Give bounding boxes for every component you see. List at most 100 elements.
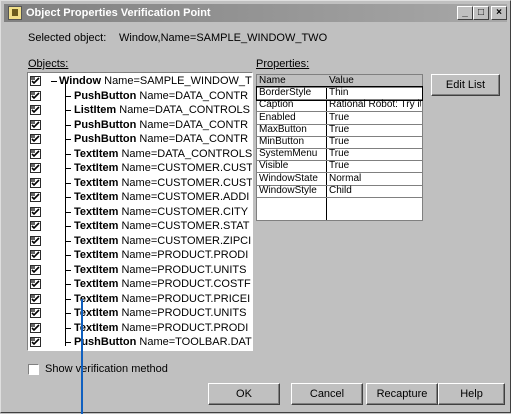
tree-branch-line	[65, 124, 71, 126]
value-column-header: Value	[329, 75, 354, 86]
tree-item[interactable]: TextItem Name=DATA_CONTROLS	[28, 147, 253, 161]
property-value: Thin	[329, 87, 349, 99]
tree-branch-line	[65, 269, 71, 271]
tree-item[interactable]: TextItem Name=CUSTOMER.ADDI	[28, 190, 252, 204]
verify-check-icon	[30, 163, 41, 173]
property-row[interactable]: WindowState Normal	[257, 173, 422, 186]
verify-check-icon	[30, 76, 41, 86]
tree-branch-line	[65, 284, 71, 285]
tree-branch-line	[65, 153, 71, 155]
verify-check-icon	[30, 134, 41, 144]
tree-item[interactable]: TextItem Name=PRODUCT.PRODI	[28, 248, 252, 262]
tree-item[interactable]: PushButton Name=DATA_CONTR	[28, 118, 252, 132]
verify-check-icon	[30, 308, 41, 318]
tree-item-text: TextItem Name=CUSTOMER.ADDI	[74, 190, 249, 204]
verify-check-icon	[30, 119, 41, 130]
tree-branch-line	[65, 327, 71, 329]
tree-item[interactable]: TextItem Name=PRODUCT.COSTF	[28, 277, 252, 291]
tree-item-name: Name=PRODUCT.UNITS	[118, 307, 247, 319]
verify-check-icon	[30, 264, 41, 275]
verify-check-icon	[30, 192, 41, 202]
recapture-button[interactable]: Recapture	[366, 383, 438, 405]
tree-item[interactable]: ListItem Name=DATA_CONTROLS	[28, 103, 252, 117]
tree-item-name: Name=DATA_CONTR	[136, 89, 249, 102]
close-button[interactable]: ×	[491, 6, 507, 20]
tree-item-name: Name=DATA_CONTR	[136, 133, 249, 145]
tree-item[interactable]: TextItem Name=CUSTOMER.STAT	[28, 219, 252, 233]
tree-item-text: TextItem Name=PRODUCT.PRICEI	[74, 292, 250, 306]
tree-item-name: Name=CUSTOMER.CUST	[118, 176, 253, 189]
edit-list-button[interactable]: Edit List	[431, 74, 500, 96]
tree-item[interactable]: TextItem Name=CUSTOMER.CITY	[28, 205, 252, 219]
tree-item-type: PushButton	[74, 89, 137, 102]
objects-label: Objects:	[28, 58, 68, 70]
cancel-button[interactable]: Cancel	[291, 383, 363, 405]
property-row[interactable]: Visible True	[257, 160, 422, 174]
tree-item-name: Name=CUSTOMER.ADDI	[118, 191, 250, 203]
maximize-button[interactable]: □	[473, 6, 489, 20]
tree-item-type: TextItem	[74, 278, 119, 290]
properties-grid[interactable]: Name Value BorderStyle Thin Caption Rational …	[256, 74, 423, 221]
tree-item[interactable]: TextItem Name=PRODUCT.PRODI	[28, 321, 252, 335]
verify-check-icon	[30, 148, 41, 159]
minimize-button[interactable]: _	[457, 6, 473, 20]
tree-item[interactable]: PushButton Name=DATA_CONTR	[28, 89, 252, 103]
tree-item[interactable]: TextItem Name=CUSTOMER.CUST	[28, 176, 253, 190]
tree-item-text: TextItem Name=PRODUCT.PRODI	[74, 321, 248, 335]
title-bar[interactable]: Object Properties Verification Point _ □…	[4, 4, 507, 22]
property-row[interactable]: BorderStyle Thin	[256, 86, 423, 102]
tree-item-type: TextItem	[74, 176, 119, 189]
property-value: True	[329, 123, 350, 135]
show-verification-label[interactable]: Show verification method	[45, 363, 168, 375]
tree-branch-line	[65, 95, 71, 97]
tree-item[interactable]: TextItem Name=PRODUCT.UNITS	[28, 306, 252, 320]
property-name: Visible	[259, 160, 289, 172]
help-button[interactable]: Help	[438, 383, 505, 405]
ok-button[interactable]: OK	[208, 383, 280, 405]
tree-item-name: Name=PRODUCT.PRODI	[118, 249, 249, 261]
tree-item-type: Window	[59, 75, 102, 87]
tree-item-name: Name=DATA_CONTROLS	[116, 104, 250, 116]
tree-item-type: PushButton	[74, 336, 137, 348]
tree-item[interactable]: TextItem Name=PRODUCT.UNITS	[28, 263, 252, 277]
tree-branch-line	[65, 168, 71, 169]
tree-item[interactable]: PushButton Name=DATA_CONTR	[28, 132, 252, 146]
objects-tree[interactable]: Window Name=SAMPLE_WINDOW_TV PushButton N…	[27, 72, 253, 351]
tree-item[interactable]: Window Name=SAMPLE_WINDOW_TV	[28, 74, 252, 88]
tree-item-name: Name=CUSTOMER.CITY	[118, 205, 249, 218]
app-icon	[8, 6, 22, 20]
tree-item-text: PushButton Name=DATA_CONTR	[74, 118, 248, 132]
name-column-header: Name	[259, 75, 286, 86]
properties-header: Name Value	[257, 75, 422, 88]
property-row[interactable]: Caption Rational Robot: Try it	[257, 99, 422, 113]
verify-check-icon	[30, 337, 41, 347]
property-row[interactable]: SystemMenu True	[257, 148, 422, 162]
properties-label: Properties:	[256, 58, 309, 70]
tree-item-name: Name=PRODUCT.COSTF	[118, 278, 251, 290]
tree-item[interactable]: PushButton Name=TOOLBAR.DAT	[28, 335, 252, 349]
tree-item[interactable]: TextItem Name=PRODUCT.PRICEI	[28, 292, 252, 306]
verify-check-icon	[30, 90, 41, 101]
property-row[interactable]: WindowStyle Child	[257, 185, 422, 198]
tree-branch-line	[65, 226, 71, 227]
verify-check-icon	[30, 250, 41, 260]
tree-item-name: Name=DATA_CONTROLS	[118, 147, 253, 160]
tree-item-text: TextItem Name=CUSTOMER.STAT	[74, 219, 250, 233]
tree-item-type: TextItem	[74, 249, 119, 261]
tree-item-name: Name=CUSTOMER.CUST	[118, 162, 253, 174]
property-row[interactable]: Enabled True	[257, 112, 422, 125]
property-value: True	[329, 111, 350, 123]
property-row[interactable]: MinButton True	[257, 136, 422, 149]
tree-item[interactable]: TextItem Name=CUSTOMER.CUST	[28, 161, 253, 175]
tree-item[interactable]: TextItem Name=CUSTOMER.ZIPCI	[28, 234, 252, 248]
show-verification-checkbox[interactable]	[28, 364, 39, 375]
property-row[interactable]: MaxButton True	[257, 124, 422, 137]
tree-item-text: PushButton Name=DATA_CONTR	[74, 89, 248, 103]
tree-item-text: Window Name=SAMPLE_WINDOW_TV	[59, 74, 252, 88]
tree-item-text: TextItem Name=PRODUCT.PRODI	[74, 248, 248, 262]
tree-item-text: TextItem Name=PRODUCT.UNITS	[74, 306, 246, 320]
property-value: True	[329, 148, 350, 160]
selected-object-value: Window,Name=SAMPLE_WINDOW_TWO	[119, 32, 328, 44]
tree-item-name: Name=PRODUCT.PRICEI	[118, 292, 251, 305]
verify-check-icon	[30, 206, 41, 217]
